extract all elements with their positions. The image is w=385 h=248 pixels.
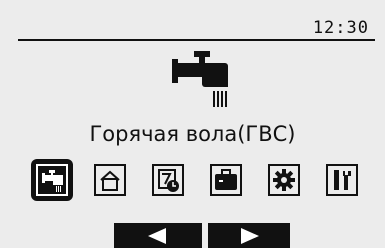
arrow-left-icon bbox=[148, 227, 166, 244]
prev-button[interactable] bbox=[114, 223, 202, 248]
hot-water-tap-icon bbox=[166, 51, 238, 123]
menu-item-service[interactable] bbox=[321, 159, 363, 201]
schedule-timer-icon bbox=[152, 164, 184, 196]
menu-item-holiday[interactable] bbox=[205, 159, 247, 201]
hot-water-screen: 12:30 Горячая вола(ГВС) bbox=[0, 0, 385, 248]
hot-water-tap-icon bbox=[36, 164, 68, 196]
menu-item-schedule[interactable] bbox=[147, 159, 189, 201]
house-icon bbox=[94, 164, 126, 196]
page-title: Горячая вола(ГВС) bbox=[89, 122, 296, 146]
menu-item-heating[interactable] bbox=[89, 159, 131, 201]
service-tools-icon bbox=[326, 164, 358, 196]
menu-item-settings[interactable] bbox=[263, 159, 305, 201]
header-divider bbox=[18, 39, 375, 41]
settings-gear-icon bbox=[268, 164, 300, 196]
next-button[interactable] bbox=[208, 223, 290, 248]
clock: 12:30 bbox=[312, 18, 369, 38]
menu-item-hot-water[interactable] bbox=[31, 159, 73, 201]
menu-bar bbox=[31, 159, 379, 201]
arrow-right-icon bbox=[241, 227, 259, 244]
holiday-suitcase-icon bbox=[210, 164, 242, 196]
